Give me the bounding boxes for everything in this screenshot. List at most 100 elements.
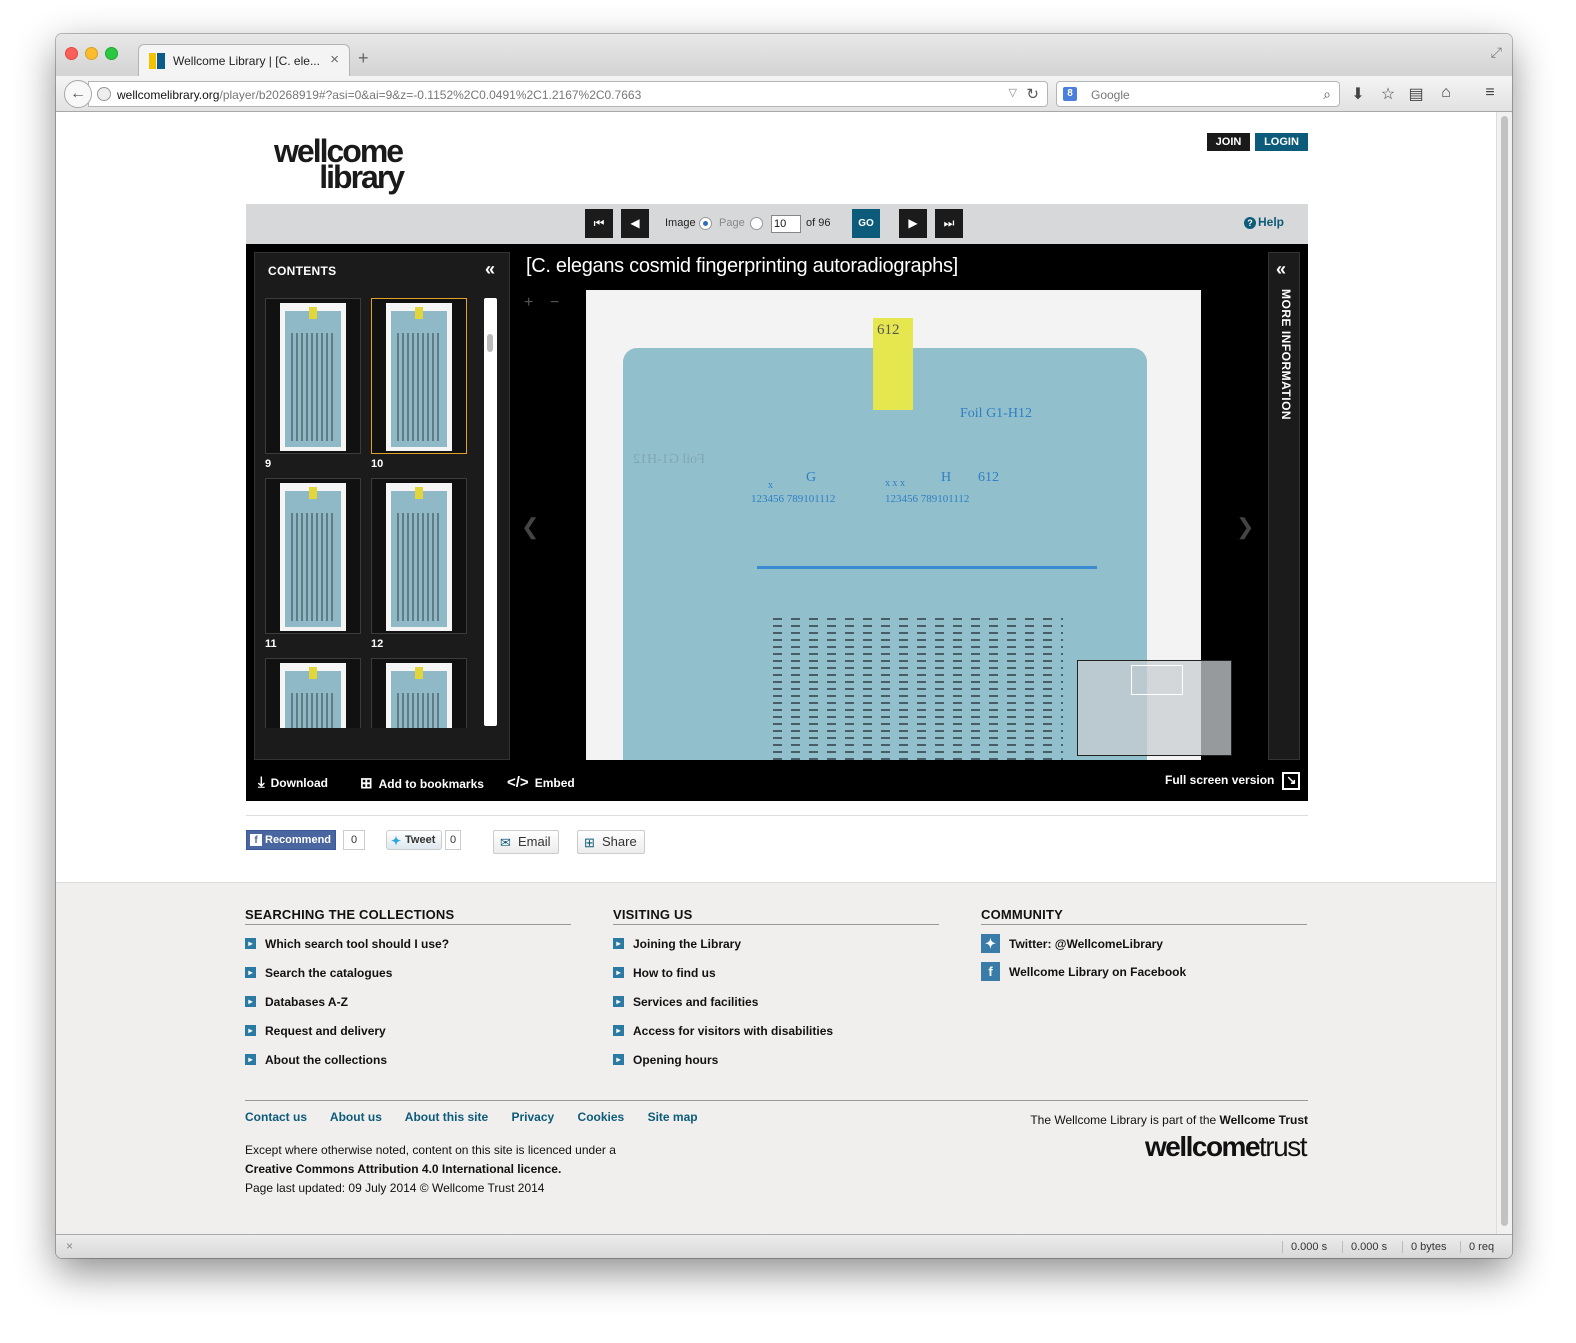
- footer-link[interactable]: ▸ Access for visitors with disabilities: [613, 1024, 939, 1053]
- x-mark: x: [768, 480, 773, 491]
- footer-link[interactable]: ▸ Opening hours: [613, 1053, 939, 1082]
- zoom-in-icon[interactable]: +: [524, 294, 533, 312]
- thumbnail-item[interactable]: [371, 478, 467, 634]
- join-button[interactable]: JOIN: [1207, 133, 1250, 151]
- gel-wells: [757, 566, 1097, 569]
- label-tape: 612: [873, 318, 913, 410]
- lane-numbers-left: 123456 789101112: [751, 493, 836, 505]
- facebook-link[interactable]: f Wellcome Library on Facebook: [981, 962, 1307, 993]
- browser-tab[interactable]: Wellcome Library | [C. ele... ×: [138, 44, 350, 76]
- thumbnail-item[interactable]: [265, 478, 361, 634]
- page-mode-radio[interactable]: [750, 217, 763, 230]
- previous-page-button[interactable]: ◀: [621, 209, 649, 238]
- licence-notice: Except where otherwise noted, content on…: [245, 1143, 616, 1195]
- download-icon[interactable]: ⬇: [1348, 84, 1368, 104]
- zoom-out-icon[interactable]: −: [550, 294, 559, 312]
- next-page-button[interactable]: ▶: [899, 209, 927, 238]
- bookmark-star-icon[interactable]: ☆: [1378, 84, 1398, 104]
- window-minimize-button[interactable]: [85, 47, 98, 60]
- first-page-button[interactable]: ⏮: [585, 209, 613, 238]
- about-us-link[interactable]: About us: [330, 1110, 382, 1124]
- footer-heading: COMMUNITY: [981, 907, 1307, 925]
- embed-button[interactable]: </> Embed: [507, 774, 575, 791]
- footer-link[interactable]: ▸ Services and facilities: [613, 995, 939, 1024]
- help-link[interactable]: ? Help: [1244, 215, 1284, 229]
- site-map-link[interactable]: Site map: [648, 1110, 698, 1124]
- creative-commons-link[interactable]: Creative Commons Attribution 4.0 Interna…: [245, 1162, 561, 1176]
- reading-list-icon[interactable]: ▤: [1406, 84, 1426, 104]
- navigator-minimap[interactable]: [1077, 660, 1232, 756]
- thumbnail-item-selected[interactable]: [371, 298, 467, 454]
- recommend-count: 0: [343, 830, 365, 850]
- thumbnail-item[interactable]: [265, 658, 361, 728]
- scrollbar-thumb[interactable]: [1501, 116, 1508, 1226]
- footer-link[interactable]: ▸ Which search tool should I use?: [245, 937, 571, 966]
- email-button[interactable]: ✉ Email: [493, 830, 559, 854]
- page-scrollbar[interactable]: [1496, 112, 1512, 1234]
- google-icon[interactable]: 8: [1063, 87, 1077, 101]
- contents-panel: CONTENTS « 9 10 11 12: [254, 252, 510, 760]
- thumbnail-number: 11: [265, 638, 277, 650]
- facebook-icon: f: [981, 962, 1000, 981]
- wellcome-library-logo[interactable]: wellcome library: [274, 135, 405, 193]
- footer-link[interactable]: ▸ Request and delivery: [245, 1024, 571, 1053]
- bullet-arrow-icon: ▸: [613, 996, 624, 1007]
- expand-more-info-icon[interactable]: «: [1276, 259, 1286, 280]
- address-bar[interactable]: wellcomelibrary.org/player/b20268919#?as…: [88, 81, 1048, 107]
- back-arrow-icon: ←: [70, 85, 86, 102]
- collapse-contents-icon[interactable]: «: [485, 259, 495, 280]
- contact-us-link[interactable]: Contact us: [245, 1110, 307, 1124]
- thumbnail-number: 9: [265, 458, 272, 470]
- home-icon[interactable]: ⌂: [1436, 84, 1456, 102]
- wellcome-trust-link[interactable]: Wellcome Trust: [1220, 1113, 1308, 1127]
- page-total-label: of 96: [806, 217, 831, 229]
- thumbnail-item[interactable]: [371, 658, 467, 728]
- add-to-bookmarks-button[interactable]: ⊞ Add to bookmarks: [360, 774, 484, 792]
- tweet-button[interactable]: ✦ Tweet: [386, 830, 442, 850]
- url-dropdown-icon[interactable]: ▽: [1009, 86, 1017, 99]
- page-number-input[interactable]: 10: [771, 215, 801, 233]
- search-bar[interactable]: 8 Google ⌕: [1056, 81, 1340, 107]
- tab-close-icon[interactable]: ×: [330, 51, 339, 68]
- search-icon[interactable]: ⌕: [1323, 86, 1331, 103]
- footer-link[interactable]: ▸ How to find us: [613, 966, 939, 995]
- footer-link[interactable]: ▸ Search the catalogues: [245, 966, 571, 995]
- twitter-link[interactable]: ✦ Twitter: @WellcomeLibrary: [981, 934, 1307, 965]
- login-button[interactable]: LOGIN: [1255, 133, 1308, 151]
- privacy-link[interactable]: Privacy: [511, 1110, 554, 1124]
- window-close-button[interactable]: [65, 47, 78, 60]
- navigation-bar: wellcomelibrary.org/player/b20268919#?as…: [56, 76, 1512, 112]
- go-button[interactable]: GO: [852, 209, 880, 238]
- reload-icon[interactable]: ↻: [1026, 85, 1039, 103]
- new-tab-icon[interactable]: +: [358, 48, 369, 69]
- last-page-button[interactable]: ⏭: [935, 209, 963, 238]
- back-button[interactable]: ←: [64, 80, 92, 108]
- image-mode-radio[interactable]: [699, 217, 712, 230]
- next-image-arrow-icon[interactable]: ❯: [1236, 514, 1254, 540]
- contents-title: CONTENTS: [268, 264, 337, 278]
- more-information-panel[interactable]: « MORE INFORMATION: [1268, 252, 1300, 760]
- download-button[interactable]: ⤓ Download: [258, 774, 328, 791]
- cookies-link[interactable]: Cookies: [578, 1110, 625, 1124]
- menu-icon[interactable]: ≡: [1480, 84, 1500, 102]
- viewport-indicator[interactable]: [1131, 665, 1183, 695]
- embed-code-icon: </>: [507, 774, 529, 791]
- envelope-icon: ✉: [500, 835, 511, 850]
- footer-link[interactable]: ▸ Joining the Library: [613, 937, 939, 966]
- footer-link[interactable]: ▸ Databases A-Z: [245, 995, 571, 1024]
- window-maximize-button[interactable]: [105, 47, 118, 60]
- footer-link[interactable]: ▸ About the collections: [245, 1053, 571, 1082]
- share-button[interactable]: ⊞ Share: [577, 830, 645, 854]
- wellcome-trust-logo[interactable]: wellcometrust: [1145, 1131, 1308, 1163]
- facebook-recommend-button[interactable]: f Recommend: [246, 830, 336, 850]
- fullscreen-toggle-icon[interactable]: ⤢: [1491, 44, 1502, 61]
- thumbnail-scrollbar[interactable]: [484, 298, 497, 726]
- bullet-arrow-icon: ▸: [245, 1025, 256, 1036]
- previous-image-arrow-icon[interactable]: ❮: [521, 514, 539, 540]
- image-mode-label: Image: [665, 217, 696, 229]
- close-status-icon[interactable]: ×: [66, 1239, 73, 1253]
- full-screen-button[interactable]: Full screen version ↘: [1165, 772, 1301, 790]
- about-this-site-link[interactable]: About this site: [405, 1110, 488, 1124]
- thumbnail-item[interactable]: [265, 298, 361, 454]
- previous-icon: ◀: [630, 216, 640, 230]
